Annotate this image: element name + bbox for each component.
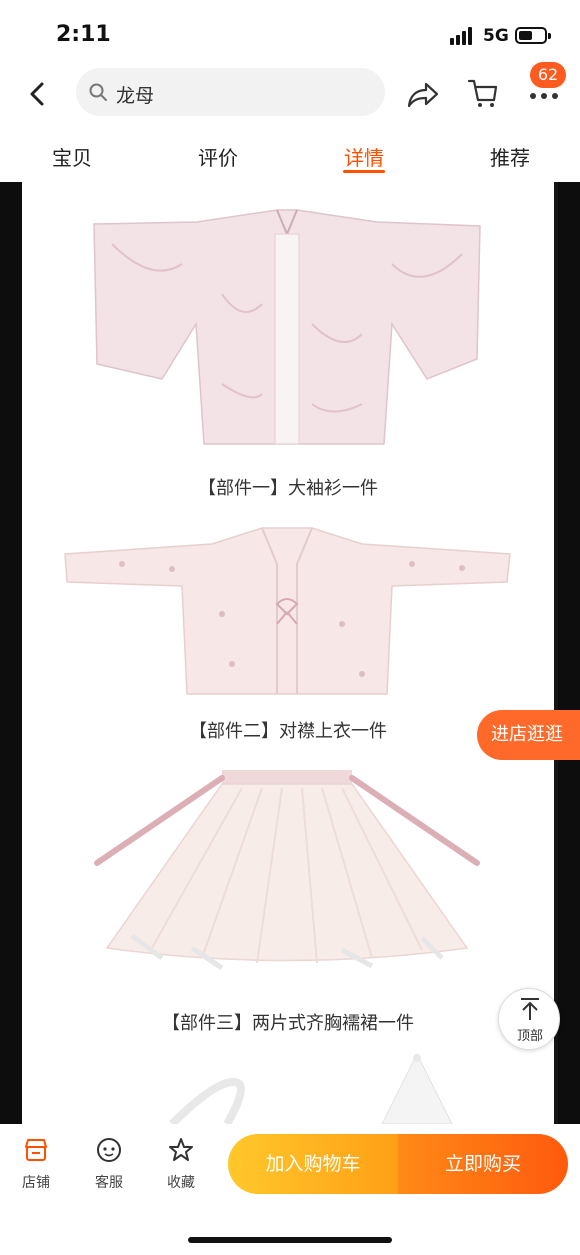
nav-bar: 龙母 bbox=[0, 64, 580, 124]
cart-button[interactable] bbox=[466, 76, 500, 110]
visit-shop-button[interactable]: 进店逛逛 bbox=[477, 710, 580, 760]
purchase-buttons: 加入购物车 立即购买 bbox=[228, 1134, 568, 1194]
add-to-cart-button[interactable]: 加入购物车 bbox=[228, 1134, 398, 1194]
tab-recommend[interactable]: 推荐 bbox=[470, 142, 550, 171]
detail-content[interactable]: 【部件一】大袖衫一件 【部件二】对襟上衣一件 【部件三】两片式齐胸襦裙一件 bbox=[0, 182, 580, 1124]
tab-reviews[interactable]: 评价 bbox=[178, 142, 258, 171]
bottom-action-bar: 店铺 客服 收藏 加入购物车 立即购买 bbox=[0, 1124, 580, 1255]
star-icon bbox=[169, 1138, 193, 1161]
network-type: 5G bbox=[483, 26, 509, 46]
cellular-signal-icon bbox=[450, 27, 474, 45]
service-label: 客服 bbox=[95, 1175, 123, 1191]
shop-button[interactable]: 店铺 bbox=[12, 1136, 60, 1192]
piece-caption-1: 【部件一】大袖衫一件 bbox=[198, 478, 378, 499]
store-icon bbox=[25, 1139, 47, 1161]
buy-now-button[interactable]: 立即购买 bbox=[398, 1134, 568, 1194]
search-query: 龙母 bbox=[116, 85, 155, 107]
piece-caption-2: 【部件二】对襟上衣一件 bbox=[189, 721, 387, 742]
right-border bbox=[558, 182, 580, 1124]
accessory-veil-image bbox=[381, 1052, 453, 1124]
status-time: 2:11 bbox=[56, 22, 111, 47]
shop-label: 店铺 bbox=[22, 1175, 50, 1191]
piece-caption-3: 【部件三】两片式齐胸襦裙一件 bbox=[162, 1013, 414, 1034]
chevron-left-icon bbox=[30, 82, 44, 106]
battery-icon bbox=[515, 27, 551, 44]
skirt-image bbox=[94, 770, 480, 971]
customer-service-button[interactable]: 客服 bbox=[85, 1136, 133, 1192]
status-bar: 2:11 5G bbox=[0, 0, 580, 64]
search-input[interactable]: 龙母 bbox=[76, 68, 385, 116]
share-icon bbox=[407, 82, 439, 108]
back-button[interactable] bbox=[24, 79, 52, 109]
favorite-label: 收藏 bbox=[167, 1175, 195, 1191]
arrow-up-icon bbox=[521, 998, 539, 1020]
jacket-image bbox=[64, 527, 511, 695]
share-button[interactable] bbox=[406, 78, 440, 110]
back-to-top-button[interactable]: 顶部 bbox=[498, 988, 560, 1050]
accessory-ribbon-image bbox=[169, 1078, 245, 1124]
robe-image bbox=[93, 209, 481, 445]
detail-image-strip: 【部件一】大袖衫一件 【部件二】对襟上衣一件 【部件三】两片式齐胸襦裙一件 bbox=[22, 182, 554, 1124]
service-chat-icon bbox=[97, 1138, 121, 1162]
favorite-button[interactable]: 收藏 bbox=[157, 1136, 205, 1192]
left-border bbox=[0, 182, 22, 1124]
tab-details[interactable]: 详情 bbox=[324, 142, 404, 171]
tab-bar: 宝贝 评价 详情 推荐 bbox=[0, 130, 580, 182]
cart-count-badge: 62 bbox=[530, 62, 566, 88]
search-icon bbox=[89, 83, 107, 101]
tab-item[interactable]: 宝贝 bbox=[32, 142, 112, 171]
active-tab-indicator bbox=[343, 170, 385, 173]
back-to-top-label: 顶部 bbox=[516, 1029, 543, 1044]
more-options-icon[interactable] bbox=[524, 86, 564, 106]
home-indicator bbox=[188, 1237, 392, 1243]
cart-icon bbox=[467, 79, 498, 107]
